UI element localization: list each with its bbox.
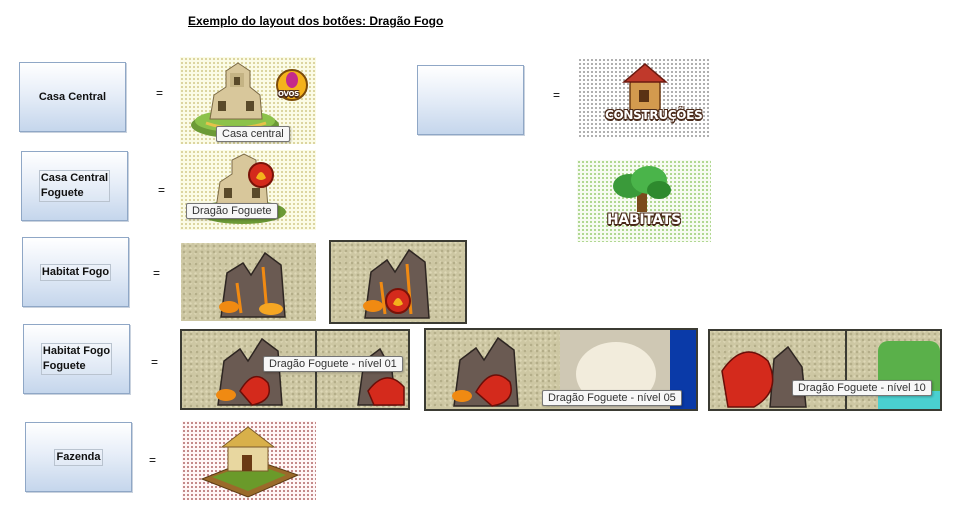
habitat-fogo-button-label: Habitat Fogo	[39, 263, 112, 281]
blank-button[interactable]	[417, 65, 524, 135]
casa-central-button-label: Casa Central	[38, 91, 107, 103]
habitat-fogo-foguete-button[interactable]: Habitat Fogo Foguete	[23, 324, 130, 394]
farm-house-icon	[200, 426, 300, 498]
tooltip-dragao-foguete: Dragão Foguete	[186, 203, 278, 219]
lava-dragon-icon	[721, 331, 940, 409]
dragao-nivel-01-image: Dragão Foguete - nível 01	[180, 329, 410, 410]
habitat-fogo-egg-image	[329, 240, 467, 324]
habitats-sign: HABITATS	[607, 212, 681, 228]
casa-central-foguete-button[interactable]: Casa Central Foguete	[21, 151, 128, 221]
habitats-image: HABITATS	[577, 160, 711, 242]
ovos-badge-icon	[276, 69, 308, 101]
construcoes-sign: CONSTRUÇÕES	[605, 108, 703, 122]
equals-sign: =	[553, 88, 561, 102]
fazenda-image	[182, 421, 316, 500]
page-title: Exemplo do layout dos botões: Dragão Fog…	[188, 14, 444, 28]
construction-tower-icon	[621, 63, 669, 113]
tooltip-nivel-01: Dragão Foguete - nível 01	[263, 356, 403, 372]
habitat-tree-icon	[613, 166, 671, 212]
fire-egg-icon	[248, 162, 274, 188]
casa-central-foguete-button-label: Casa Central Foguete	[38, 170, 111, 202]
equals-sign: =	[156, 86, 164, 100]
casa-central-foguete-image: Dragão Foguete	[180, 150, 316, 230]
equals-sign: =	[153, 266, 161, 280]
equals-sign: =	[149, 453, 157, 467]
tooltip-casa-central: Casa central	[216, 126, 290, 142]
equals-sign: =	[158, 183, 166, 197]
tooltip-nivel-05: Dragão Foguete - nível 05	[542, 390, 682, 406]
ovos-badge-label: OVOS	[278, 90, 299, 98]
habitat-fogo-image	[181, 243, 316, 321]
habitat-fogo-button[interactable]: Habitat Fogo	[22, 237, 129, 307]
casa-central-button[interactable]: Casa Central	[19, 62, 126, 132]
lava-rock-icon	[219, 251, 286, 318]
equals-sign: =	[151, 355, 159, 369]
casa-central-image: OVOS Casa central	[180, 57, 316, 144]
fazenda-button-label: Fazenda	[54, 448, 103, 466]
dragao-nivel-05-image: Dragão Foguete - nível 05	[424, 328, 698, 411]
dragao-nivel-10-image: Dragão Foguete - nível 10	[708, 329, 942, 411]
fire-egg-icon	[385, 288, 411, 314]
habitat-fogo-foguete-button-label: Habitat Fogo Foguete	[40, 343, 113, 375]
tooltip-nivel-10: Dragão Foguete - nível 10	[792, 380, 932, 396]
fazenda-button[interactable]: Fazenda	[25, 422, 132, 492]
construcoes-image: CONSTRUÇÕES	[578, 58, 711, 138]
